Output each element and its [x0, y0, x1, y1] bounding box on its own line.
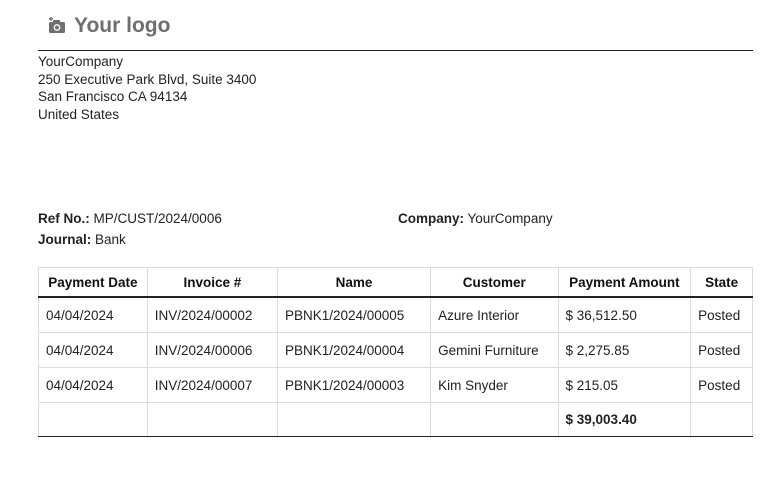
cell-state: Posted: [690, 296, 753, 333]
company-street: 250 Executive Park Blvd, Suite 3400: [38, 71, 257, 87]
total-empty-cell: [690, 402, 753, 437]
cell-customer: Gemini Furniture: [430, 332, 559, 368]
cell-state: Posted: [690, 332, 753, 368]
total-empty-cell: [146, 402, 278, 437]
camera-icon: [49, 17, 65, 33]
ref-number: Ref No.: MP/CUST/2024/0006: [38, 211, 222, 226]
header-divider: [38, 50, 753, 51]
col-state: State: [690, 267, 753, 298]
cell-invoice: INV/2024/00007: [146, 367, 278, 403]
col-customer: Customer: [430, 267, 559, 298]
total-row: $ 39,003.40: [38, 402, 753, 437]
cell-customer: Azure Interior: [430, 296, 559, 333]
cell-invoice: INV/2024/00006: [146, 332, 278, 368]
col-payment-date: Payment Date: [38, 267, 148, 298]
company-address: YourCompany 250 Executive Park Blvd, Sui…: [38, 53, 256, 123]
ref-label: Ref No.:: [38, 211, 90, 226]
cell-name: PBNK1/2024/00004: [276, 332, 432, 368]
logo-text: Your logo: [74, 14, 171, 37]
cell-date: 04/04/2024: [38, 367, 148, 403]
cell-amount: $ 36,512.50: [557, 296, 692, 333]
cell-amount: $ 215.05: [557, 367, 692, 403]
col-payment-amount: Payment Amount: [557, 267, 692, 298]
cell-name: PBNK1/2024/00005: [276, 296, 432, 333]
company-logo: Your logo: [48, 14, 170, 38]
cell-date: 04/04/2024: [38, 296, 148, 333]
cell-invoice: INV/2024/00002: [146, 296, 278, 333]
total-empty-cell: [38, 402, 148, 437]
cell-date: 04/04/2024: [38, 332, 148, 368]
company-field: Company: YourCompany: [398, 211, 553, 226]
cell-customer: Kim Snyder: [430, 367, 559, 403]
total-empty-cell: [430, 402, 559, 437]
company-name: YourCompany: [38, 54, 124, 69]
company-city: San Francisco CA 94134: [38, 89, 188, 104]
table-header-row: Payment Date Invoice # Name Customer Pay…: [38, 267, 753, 298]
payments-table: Payment Date Invoice # Name Customer Pay…: [38, 267, 753, 437]
col-invoice: Invoice #: [146, 267, 278, 298]
company-label: Company:: [398, 211, 465, 226]
cell-state: Posted: [690, 367, 753, 403]
table-row: 04/04/2024 INV/2024/00006 PBNK1/2024/000…: [38, 332, 753, 368]
company-country: United States: [38, 106, 120, 122]
table-row: 04/04/2024 INV/2024/00002 PBNK1/2024/000…: [38, 296, 753, 333]
journal-value: Bank: [95, 232, 126, 247]
col-name: Name: [276, 267, 432, 298]
ref-value: MP/CUST/2024/0006: [93, 211, 222, 226]
cell-name: PBNK1/2024/00003: [276, 367, 432, 403]
table-row: 04/04/2024 INV/2024/00007 PBNK1/2024/000…: [38, 367, 753, 403]
total-empty-cell: [276, 402, 432, 437]
cell-amount: $ 2,275.85: [557, 332, 692, 368]
total-amount: $ 39,003.40: [557, 402, 692, 437]
journal-label: Journal:: [38, 232, 92, 247]
company-value: YourCompany: [467, 211, 553, 226]
journal-field: Journal: Bank: [38, 232, 126, 247]
